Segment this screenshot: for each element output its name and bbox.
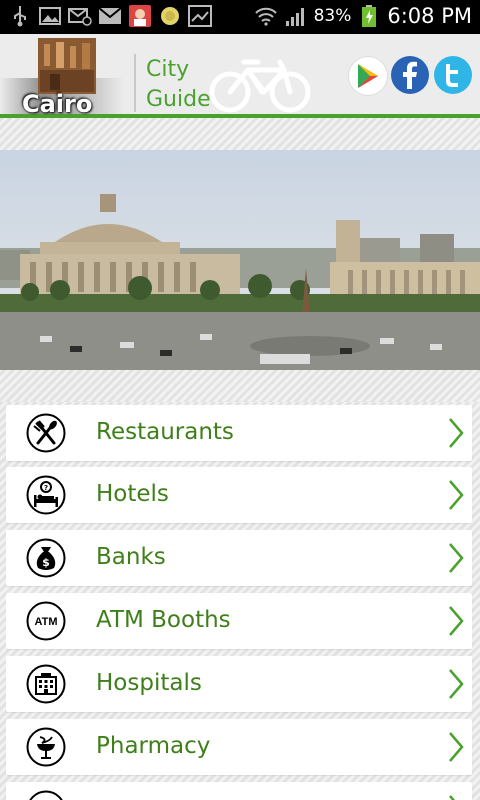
trend-icon: [188, 4, 212, 28]
app-icon: [128, 4, 152, 28]
menu-item-hotels[interactable]: ? Hotels: [6, 467, 472, 523]
menu-item-partial[interactable]: [6, 782, 472, 800]
chevron-right-icon: [449, 795, 456, 800]
google-play-icon[interactable]: [348, 56, 388, 96]
facebook-icon[interactable]: [391, 56, 429, 94]
mail-icon: [98, 4, 122, 28]
battery-percent: 83%: [313, 6, 352, 26]
signal-icon: [284, 4, 308, 28]
bank-icon: $: [26, 538, 66, 578]
menu-item-label: Pharmacy: [96, 733, 211, 759]
menu-item-label: ATM Booths: [96, 607, 231, 633]
bicycle-icon: [209, 59, 311, 113]
menu-item-pharmacy[interactable]: Pharmacy: [6, 719, 472, 775]
atm-icon: ATM: [26, 601, 66, 641]
chevron-right-icon: [449, 732, 464, 762]
menu-item-restaurants[interactable]: Restaurants: [6, 405, 472, 461]
notification-icons: [8, 4, 212, 28]
twitter-icon[interactable]: [434, 56, 472, 94]
status-bar: 83% 6:08 PM: [0, 0, 480, 34]
menu-item-atm-booths[interactable]: ATM ATM Booths: [6, 593, 472, 649]
svg-text:ATM: ATM: [34, 616, 57, 628]
clock: 6:08 PM: [387, 4, 472, 28]
restaurant-icon: [26, 413, 66, 453]
hotel-icon: ?: [26, 475, 66, 515]
battery-icon: [357, 4, 381, 28]
image-icon: [38, 4, 62, 28]
usb-icon: [8, 4, 32, 28]
hero-section: [0, 118, 480, 402]
app-title: City Guide: [146, 55, 211, 115]
cairo-university-photo: [0, 150, 480, 370]
svg-text:?: ?: [44, 484, 48, 492]
mail-at-icon: [68, 4, 92, 28]
system-icons: 83% 6:08 PM: [254, 4, 472, 28]
svg-text:$: $: [42, 556, 50, 569]
chevron-right-icon: [449, 669, 464, 699]
hospital-icon: [26, 664, 66, 704]
menu-item-label: Hotels: [96, 481, 169, 507]
menu-item-banks[interactable]: $ Banks: [6, 530, 472, 586]
menu-item-label: Restaurants: [96, 419, 234, 445]
category-list: Restaurants ? Hotels $ Banks ATM ATM Boo…: [0, 402, 480, 800]
pharmacy-icon: [26, 727, 66, 767]
chevron-right-icon: [449, 606, 464, 636]
title-guide: Guide: [146, 87, 211, 112]
menu-item-label: Banks: [96, 544, 166, 570]
chevron-right-icon: [449, 543, 464, 573]
partial-icon: [29, 790, 63, 800]
menu-item-hospitals[interactable]: Hospitals: [6, 656, 472, 712]
menu-item-label: Hospitals: [96, 670, 202, 696]
wifi-icon: [254, 4, 278, 28]
coin-icon: [158, 4, 182, 28]
logo-text: Cairo: [22, 90, 93, 118]
chevron-right-icon: [449, 480, 464, 510]
header-divider: [134, 54, 136, 112]
title-city: City: [146, 57, 190, 82]
app-header: Cairo City Guide: [0, 34, 480, 118]
chevron-right-icon: [449, 418, 464, 448]
